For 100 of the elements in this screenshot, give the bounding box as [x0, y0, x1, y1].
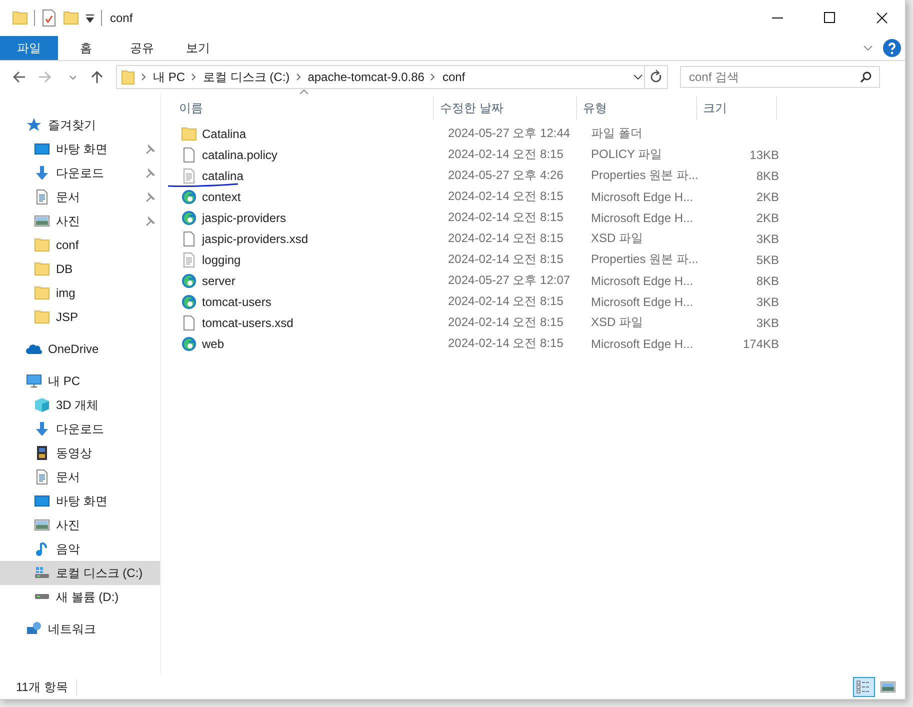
down-arrow-icon	[34, 165, 50, 181]
maximize-icon[interactable]	[824, 12, 836, 24]
sidebar-item[interactable]: DB	[0, 257, 160, 281]
date-cell-text: 2024-02-14 오전 8:15	[447, 230, 564, 247]
sidebar-item[interactable]: 문서	[0, 185, 160, 209]
ribbon-tab[interactable]: 공유	[114, 36, 170, 60]
file-name[interactable]: server	[202, 274, 236, 288]
item-count: 11개 항목	[16, 678, 77, 696]
file-name[interactable]: context	[202, 190, 241, 204]
sidebar-item[interactable]: 바탕 화면	[0, 489, 160, 513]
type-cell-text: 파일 폴더	[590, 125, 644, 142]
size-cell-text: 2KB	[755, 210, 779, 224]
chevron-icon	[296, 73, 302, 81]
help-icon[interactable]	[883, 39, 901, 57]
file-name[interactable]: Catalina	[202, 126, 246, 140]
sidebar-item[interactable]: 다운로드	[0, 417, 160, 441]
sidebar-item[interactable]: OneDrive	[0, 337, 160, 361]
date-cell-text: 2024-05-27 오후 12:44	[447, 125, 572, 142]
date-cell-text: 2024-02-14 오전 8:15	[447, 146, 564, 163]
properties-icon[interactable]	[41, 9, 57, 27]
ribbon-tab[interactable]: 파일	[0, 36, 58, 60]
sidebar-item[interactable]: 3D 개체	[0, 393, 160, 417]
file-name[interactable]: tomcat-users.xsd	[202, 316, 294, 330]
edge-icon	[181, 188, 197, 204]
breadcrumb[interactable]: conf	[442, 70, 466, 84]
breadcrumb[interactable]: 로컬 디스크 (C:)	[203, 68, 290, 86]
size-cell-text: 3KB	[755, 294, 779, 308]
type-cell-text: Microsoft Edge H...	[590, 336, 694, 350]
file-name[interactable]: logging	[202, 252, 241, 266]
type-cell-text: XSD 파일	[590, 314, 644, 331]
search-field[interactable]: conf 검색	[680, 66, 880, 88]
chevron-icon	[430, 73, 436, 81]
sidebar-item[interactable]: 로컬 디스크 (C:)	[0, 561, 160, 585]
file-name[interactable]: catalina.policy	[202, 148, 278, 162]
picture-icon	[34, 517, 50, 533]
column-header[interactable]: 유형	[577, 96, 697, 120]
file-name[interactable]: web	[202, 336, 224, 350]
column-header[interactable]: 크기	[697, 96, 777, 120]
search-icon	[860, 71, 872, 83]
sidebar-item[interactable]: 동영상	[0, 441, 160, 465]
picture-icon	[34, 213, 50, 229]
file-name[interactable]: jaspic-providers	[202, 210, 286, 224]
chevron-icon	[141, 73, 147, 81]
column-header[interactable]: 이름	[173, 96, 434, 120]
folder-icon	[121, 69, 135, 85]
down-arrow-icon	[34, 421, 50, 437]
date-cell-text: 2024-02-14 오전 8:15	[447, 335, 564, 352]
sidebar-item[interactable]: 사진	[0, 513, 160, 537]
file-icon	[181, 230, 197, 246]
type-cell-text: POLICY 파일	[590, 146, 664, 163]
sidebar-item[interactable]: 문서	[0, 465, 160, 489]
sidebar-item[interactable]: JSP	[0, 305, 160, 329]
date-cell-text: 2024-05-27 오후 4:26	[447, 167, 564, 184]
type-cell-text: Properties 원본 파...	[590, 167, 700, 184]
type-cell-text: Properties 원본 파...	[590, 251, 700, 268]
edge-icon	[181, 272, 197, 288]
left-arrow-icon[interactable]	[12, 70, 26, 84]
close-icon[interactable]	[876, 12, 888, 24]
breadcrumb[interactable]: apache-tomcat-9.0.86	[308, 70, 424, 84]
column-header[interactable]: 수정한 날짜	[434, 96, 577, 120]
sidebar-item[interactable]: 내 PC	[0, 369, 160, 393]
sidebar-item[interactable]: 바탕 화면	[0, 137, 160, 161]
type-cell-text: XSD 파일	[590, 230, 644, 247]
dropdown-icon[interactable]	[85, 13, 95, 23]
star-icon	[26, 117, 42, 133]
sidebar-item[interactable]: 음악	[0, 537, 160, 561]
size-cell-text: 13KB	[748, 148, 779, 162]
ribbon-tab[interactable]: 홈	[58, 36, 114, 60]
address-bar[interactable]: 내 PC 로컬 디스크 (C:) apache-tomcat-9.0.86 conf	[116, 65, 668, 89]
drive-icon	[34, 594, 50, 600]
size-cell-text: 8KB	[755, 274, 779, 288]
up-arrow-icon[interactable]	[90, 70, 104, 84]
type-cell-text: Microsoft Edge H...	[590, 190, 694, 204]
ribbon-tab[interactable]: 보기	[170, 36, 226, 60]
file-name[interactable]: tomcat-users	[202, 294, 272, 308]
type-cell-text: Microsoft Edge H...	[590, 274, 694, 288]
folder-icon	[181, 126, 197, 142]
music-note-icon	[34, 541, 50, 557]
text-file-icon	[181, 252, 197, 268]
file-name[interactable]: catalina	[202, 168, 244, 182]
sidebar-item[interactable]: 다운로드	[0, 161, 160, 185]
sidebar-item[interactable]: 즐겨찾기	[0, 113, 160, 137]
sidebar-item[interactable]: img	[0, 281, 160, 305]
sidebar-item[interactable]: 새 볼륨 (D:)	[0, 585, 160, 609]
expand-ribbon-icon[interactable]	[863, 44, 873, 52]
file-name[interactable]: jaspic-providers.xsd	[202, 232, 308, 246]
sidebar-item[interactable]: 사진	[0, 209, 160, 233]
size-cell-text: 5KB	[755, 252, 779, 266]
refresh-icon[interactable]	[650, 70, 662, 84]
sidebar-item[interactable]: conf	[0, 233, 160, 257]
date-cell-text: 2024-02-14 오전 8:15	[447, 293, 564, 310]
document-icon	[34, 469, 50, 485]
details-view-button[interactable]	[853, 677, 875, 697]
breadcrumb[interactable]: 내 PC	[153, 68, 186, 86]
edge-icon	[181, 294, 197, 310]
type-cell-text: Microsoft Edge H...	[590, 294, 694, 308]
document-icon	[34, 189, 50, 205]
film-icon	[34, 445, 50, 461]
folder-icon	[34, 261, 50, 277]
sidebar-item[interactable]: 네트워크	[0, 617, 160, 641]
